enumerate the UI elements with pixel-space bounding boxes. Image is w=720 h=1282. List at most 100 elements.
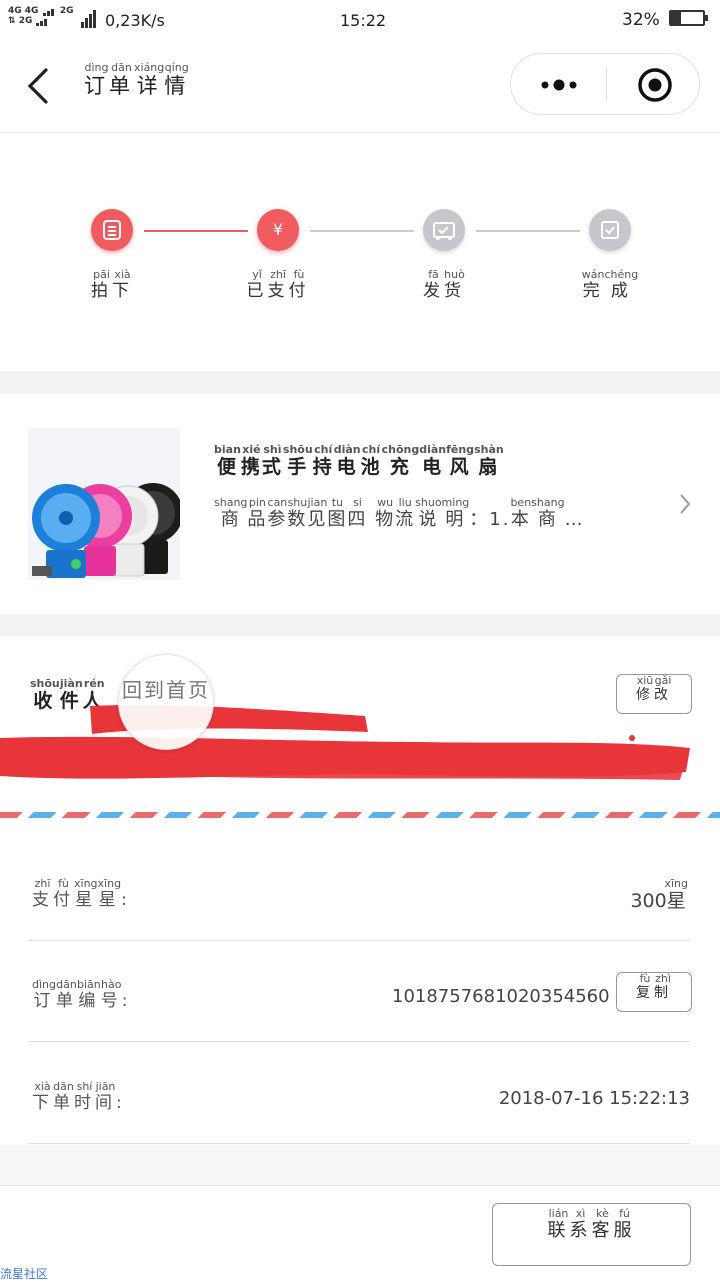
ruby-char: 电diàn	[419, 443, 447, 478]
page-title: 订dìng单dān详xiáng情qíng	[84, 61, 189, 100]
ruby-char: 星xīng	[74, 877, 98, 910]
ruby-char: 商shang	[214, 497, 248, 530]
ruby-char: 发fā	[423, 268, 444, 301]
step-label-paid: 已yǐ支zhī付fù	[218, 268, 338, 301]
payment-amount: 300	[630, 890, 667, 912]
progress-line	[310, 230, 414, 232]
signal-indicators: 4G 4G 2G ⇅ 2G	[8, 6, 74, 26]
ruby-char: 星xīng	[97, 877, 122, 910]
capsule-divider	[606, 68, 607, 100]
payment-unit: 星xīng	[664, 877, 688, 912]
order-time-row: 下xià单dān时shí间jiān: 2018-07-16 15:22:13	[28, 1043, 690, 1144]
chevron-right-icon	[678, 492, 692, 520]
step-label-ordered: 拍pāi下xià	[52, 268, 172, 301]
ruby-char: 流liu	[395, 497, 416, 530]
signal-bars-icon	[35, 16, 48, 26]
ruby-char: 手shōu	[282, 443, 313, 478]
product-description: 商shang品pin参can数shu见jian图tu四si 物wu流liu说sh…	[214, 497, 634, 531]
ruby-char: 号hào	[100, 978, 122, 1011]
yen-icon: ¥	[257, 209, 299, 251]
back-to-home-float-button[interactable]: 回到首页	[118, 654, 214, 750]
watermark: 流星社区	[0, 1267, 49, 1281]
ruby-char: 明ming	[441, 497, 470, 530]
order-progress: ¥ 拍pāi下xià 已yǐ支zhī付fù 发fā货huò 完wán成chéng	[0, 133, 720, 371]
product-card[interactable]: 便bian携xié式shì手shōu持chí电diàn池chí充chōng电di…	[0, 394, 720, 614]
ruby-char: :	[121, 890, 131, 910]
target-icon[interactable]	[637, 67, 673, 103]
order-number-row: 订dìng单dān编biān号hào: 1018757681020354560 …	[28, 941, 692, 1042]
ruby-char: 携xié	[240, 443, 262, 478]
more-dots-icon[interactable]	[539, 72, 579, 98]
ruby-char: 四si	[347, 497, 368, 530]
ruby-char: 制zhì	[654, 972, 672, 1001]
signal-label-2g: 2G	[59, 6, 74, 16]
check-icon	[589, 209, 631, 251]
ruby-char: 持chí	[312, 443, 334, 478]
ruby-char: 本ben	[510, 497, 532, 530]
order-number-value: 1018757681020354560	[392, 986, 610, 1007]
ruby-char: 编biān	[77, 978, 101, 1011]
progress-line	[476, 230, 580, 232]
copy-button[interactable]: 复fù制zhì	[616, 972, 692, 1012]
ruby-char: 订dìng	[84, 61, 109, 98]
ruby-char: :	[121, 991, 132, 1011]
ruby-char: …	[564, 509, 585, 530]
address-section: 收shōu件jiàn人rén 修xiū改gǎi 回到首页	[0, 636, 720, 838]
ruby-char: 品pin	[247, 497, 268, 530]
ruby-char: 参can	[267, 497, 288, 530]
ruby-char: 单dān	[109, 61, 134, 98]
ruby-char: 详xiáng	[134, 61, 165, 98]
ruby-char: 付fù	[53, 877, 74, 910]
back-button[interactable]	[24, 66, 54, 106]
battery-icon	[669, 10, 708, 26]
ruby-char: 成chéng	[604, 268, 639, 301]
ruby-char: 下xià	[32, 1080, 53, 1113]
ruby-char: 服fú	[613, 1207, 636, 1241]
ruby-char: 时shí	[74, 1080, 95, 1113]
ruby-char: 货huò	[444, 268, 465, 301]
ruby-char: 扇shàn	[474, 443, 504, 478]
status-bar: 4G 4G 2G ⇅ 2G 0,23K/s 15:22 32%	[0, 0, 720, 40]
ruby-char: 支zhī	[267, 268, 289, 301]
signal-label: 4G 4G	[8, 6, 39, 16]
ruby-char: 电diàn	[333, 443, 361, 478]
ruby-char: 客kè	[591, 1207, 614, 1241]
ruby-char: 单dān	[53, 1080, 74, 1113]
signal-bars-icon	[42, 6, 54, 16]
order-time-value: 2018-07-16 15:22:13	[498, 1088, 690, 1109]
network-speed: 0,23K/s	[105, 11, 165, 30]
progress-line	[144, 230, 248, 232]
airmail-stripe	[0, 812, 720, 818]
ruby-char: 付fù	[288, 268, 310, 301]
order-number-label: 订dìng单dān编biān号hào:	[32, 978, 132, 1011]
ruby-char: 式shì	[261, 443, 283, 478]
navigation-bar: 订dìng单dān详xiáng情qíng	[0, 40, 720, 133]
mini-program-capsule	[510, 53, 700, 115]
ruby-char: 见jian	[307, 497, 328, 530]
ruby-char: 复fù	[636, 972, 654, 1001]
ruby-char: 完wán	[581, 268, 605, 301]
truck-icon	[423, 209, 465, 251]
ruby-char: 池chí	[360, 443, 382, 478]
contact-service-button[interactable]: 联lián系xì客kè服fú	[492, 1203, 691, 1266]
signal-label-2: 2G	[18, 16, 33, 26]
step-label-complete: 完wán成chéng	[550, 268, 670, 301]
ruby-char: 订dìng	[32, 978, 56, 1011]
ruby-char: 已yǐ	[246, 268, 268, 301]
ruby-char: 单dān	[56, 978, 77, 1011]
ruby-char: :	[116, 1093, 126, 1113]
section-divider	[0, 371, 720, 394]
step-label-shipped: 发fā货huò	[384, 268, 504, 301]
ruby-char: 间jiān	[95, 1080, 116, 1113]
battery-percent: 32%	[622, 10, 660, 30]
ruby-char: 支zhī	[32, 877, 53, 910]
ruby-char: 物wu	[375, 497, 396, 530]
clock: 15:22	[340, 11, 387, 30]
redaction-marks	[0, 704, 690, 780]
ruby-char: 拍pāi	[91, 268, 112, 301]
step-ordered-icon	[91, 209, 133, 251]
chevron-left-icon	[27, 68, 48, 104]
payment-value: 300星xīng	[630, 877, 688, 913]
ruby-char	[367, 509, 375, 530]
ruby-char: 商shang	[531, 497, 565, 530]
